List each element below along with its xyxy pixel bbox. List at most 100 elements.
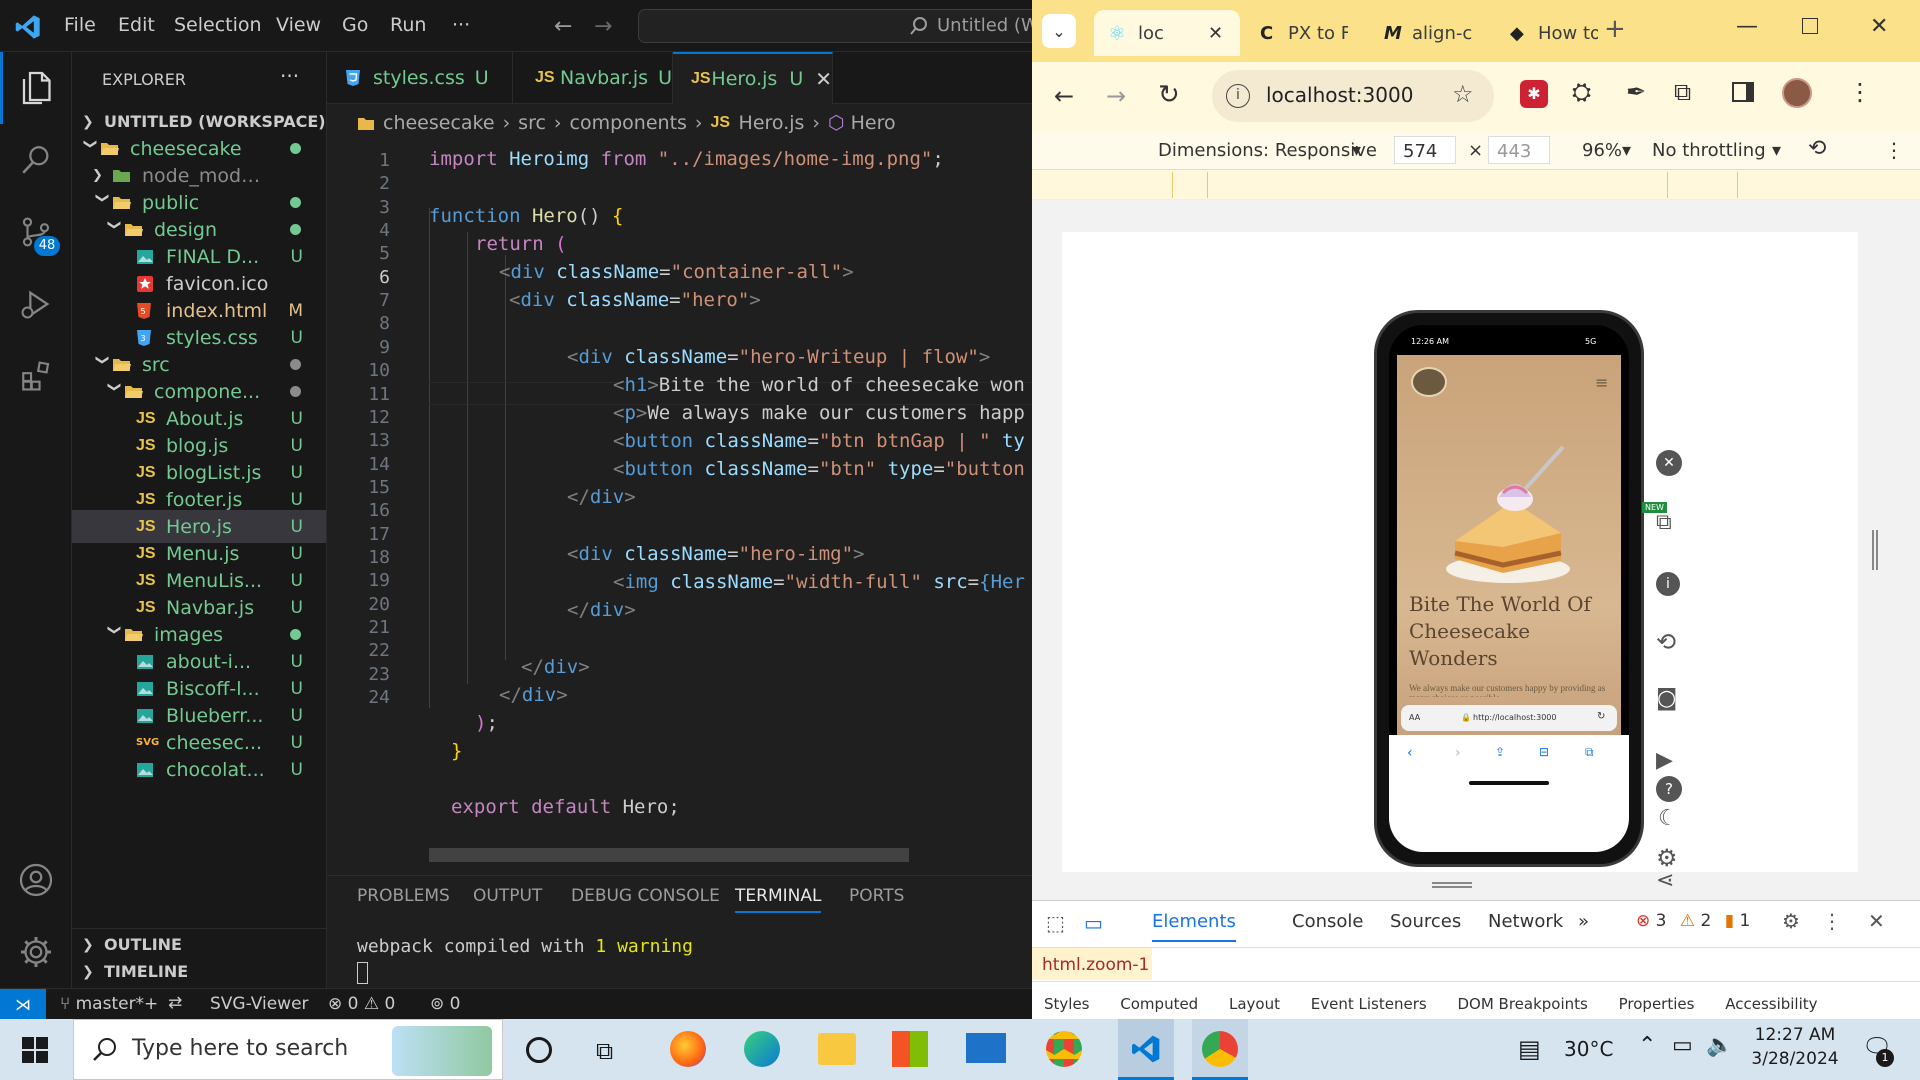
taskbar-search[interactable]: Type here to search bbox=[73, 1019, 503, 1080]
command-center[interactable]: Untitled (Workspace) bbox=[638, 9, 1032, 43]
more-options-icon[interactable]: ⋮ bbox=[1884, 138, 1904, 162]
close-tab-icon[interactable]: ✕ bbox=[1208, 23, 1223, 44]
tab-terminal[interactable]: TERMINAL bbox=[735, 886, 822, 913]
bookmark-star-icon[interactable]: ☆ bbox=[1452, 80, 1474, 108]
menu-run[interactable]: Run bbox=[390, 14, 426, 36]
branch-indicator[interactable]: ⑂ master*+ bbox=[60, 994, 158, 1014]
source-control-icon[interactable] bbox=[0, 196, 72, 268]
inspect-element-icon[interactable]: ⬚ bbox=[1046, 911, 1065, 935]
tab-console[interactable]: Console bbox=[1292, 911, 1363, 932]
manage-gear-icon[interactable] bbox=[0, 916, 72, 988]
menu-go[interactable]: Go bbox=[342, 14, 368, 36]
device-toggle-icon[interactable]: ▭ bbox=[1084, 911, 1103, 935]
subtab-styles[interactable]: Styles bbox=[1044, 995, 1090, 1013]
windows-start-icon[interactable] bbox=[22, 1037, 48, 1063]
subtab-computed[interactable]: Computed bbox=[1120, 995, 1198, 1013]
sync-icon[interactable]: ⇄ bbox=[168, 993, 182, 1013]
extension-icon[interactable]: ✱ bbox=[1520, 80, 1548, 108]
translate-extension-icon[interactable]: ⛭ bbox=[1572, 78, 1591, 106]
tab-problems[interactable]: PROBLEMS bbox=[357, 886, 450, 906]
back-icon[interactable]: ‹ bbox=[1407, 745, 1413, 761]
firefox-icon[interactable] bbox=[670, 1031, 706, 1067]
phone-screen[interactable]: 12:26 AM 5G ≡ Bite The World Of Cheeseca… bbox=[1389, 325, 1629, 852]
new-tab-plus-icon[interactable]: + bbox=[1604, 14, 1626, 44]
menu-more[interactable]: ··· bbox=[452, 14, 470, 36]
address-bar[interactable]: i localhost:3000 ☆ bbox=[1212, 70, 1494, 122]
task-view-icon[interactable]: ⧉ bbox=[596, 1037, 613, 1065]
width-input[interactable]: 574 bbox=[1394, 136, 1456, 164]
resize-handle-bottom[interactable] bbox=[1432, 882, 1472, 888]
tab-ports[interactable]: PORTS bbox=[849, 886, 904, 906]
tab-search-chevron-icon[interactable]: ⌄ bbox=[1042, 14, 1076, 48]
ports-status[interactable]: ⊚ 0 bbox=[430, 994, 460, 1014]
tab-align-c[interactable]: M align-c bbox=[1374, 10, 1484, 56]
tab-hero-js[interactable]: JS Hero.js U ✕ bbox=[673, 52, 833, 104]
tab-how-to[interactable]: ◆ How to bbox=[1500, 10, 1610, 56]
tab-styles-css[interactable]: styles.css U bbox=[327, 52, 513, 104]
tab-debug-console[interactable]: DEBUG CONSOLE bbox=[571, 886, 720, 906]
reload-icon[interactable]: ↻ bbox=[1597, 711, 1605, 722]
show-hidden-icons-icon[interactable]: ⌃ bbox=[1638, 1033, 1656, 1058]
hamburger-menu-icon[interactable]: ≡ bbox=[1595, 373, 1608, 392]
explorer-more-button[interactable]: ··· bbox=[280, 64, 299, 88]
profile-avatar[interactable] bbox=[1782, 78, 1812, 108]
subtab-event-listeners[interactable]: Event Listeners bbox=[1311, 995, 1427, 1013]
cortana-icon[interactable] bbox=[526, 1037, 552, 1063]
vscode-taskbar-button[interactable] bbox=[1118, 1019, 1174, 1080]
site-info-icon[interactable]: i bbox=[1226, 84, 1250, 108]
subtab-accessibility[interactable]: Accessibility bbox=[1725, 995, 1817, 1013]
remote-icon[interactable]: ⋊ bbox=[0, 989, 46, 1019]
share-icon[interactable]: ⇪ bbox=[1495, 745, 1505, 759]
breadcrumb-item[interactable]: Hero.js bbox=[739, 112, 805, 134]
back-icon[interactable]: ← bbox=[1054, 82, 1074, 110]
temperature[interactable]: 30°C bbox=[1564, 1037, 1613, 1061]
height-input[interactable]: 443 bbox=[1488, 136, 1550, 164]
resize-handle[interactable] bbox=[1872, 530, 1878, 570]
tab-output[interactable]: OUTPUT bbox=[473, 886, 542, 906]
tab-elements[interactable]: Elements bbox=[1152, 911, 1236, 942]
tab-px-to[interactable]: C PX to F bbox=[1250, 10, 1360, 56]
info-icon[interactable]: i bbox=[1656, 572, 1680, 596]
weather-icon[interactable]: ▤ bbox=[1518, 1035, 1541, 1063]
timeline-section[interactable]: ❯ TIMELINE bbox=[72, 955, 326, 988]
code-editor[interactable]: 1 2 3 4 5 6 7 8 9 10 11 12 13 14 15 16 17 18 19 20 21 22 23 24 … bbox=[327, 142, 1032, 862]
devtools-menu-icon[interactable]: ⋮ bbox=[1822, 909, 1842, 933]
breadcrumb-item[interactable]: cheesecake bbox=[383, 112, 495, 134]
menu-file[interactable]: File bbox=[64, 14, 96, 36]
devtools-settings-icon[interactable]: ⚙ bbox=[1782, 909, 1800, 933]
help-icon[interactable]: ? bbox=[1656, 776, 1682, 802]
close-tab-icon[interactable]: ✕ bbox=[815, 67, 832, 91]
forward-arrow-icon[interactable]: → bbox=[594, 14, 612, 39]
tree-item[interactable]: chocolat... U bbox=[72, 753, 326, 786]
devices-icon[interactable]: ⧉ bbox=[1656, 510, 1672, 535]
tabs-icon[interactable]: ⧉ bbox=[1585, 745, 1594, 760]
media-query-marker[interactable] bbox=[1172, 172, 1208, 198]
chrome-taskbar-button[interactable] bbox=[1192, 1019, 1248, 1080]
terminal-output[interactable]: webpack compiled with 1 warning bbox=[357, 936, 693, 957]
mail-icon[interactable] bbox=[966, 1033, 1006, 1063]
subtab-properties[interactable]: Properties bbox=[1619, 995, 1695, 1013]
devtools-close-icon[interactable]: ✕ bbox=[1868, 909, 1885, 933]
throttling-select[interactable]: No throttling bbox=[1652, 140, 1766, 161]
edge-icon[interactable] bbox=[744, 1031, 780, 1067]
breadcrumb-item[interactable]: src bbox=[518, 112, 546, 134]
camera-icon[interactable]: ◙ bbox=[1656, 686, 1677, 711]
safari-address-bar[interactable]: AA 🔒 http://localhost:3000 ↻ bbox=[1401, 705, 1617, 731]
rotate-icon[interactable]: ⟲ bbox=[1656, 628, 1676, 656]
problems-status[interactable]: ⊗ 0 ⚠ 0 bbox=[328, 994, 395, 1014]
zoom-select[interactable]: 96% bbox=[1582, 140, 1622, 161]
menu-edit[interactable]: Edit bbox=[118, 14, 155, 36]
settings-gear-icon[interactable]: ⚙ bbox=[1656, 844, 1678, 872]
site-logo[interactable] bbox=[1411, 367, 1447, 397]
tab-network[interactable]: Network bbox=[1488, 911, 1563, 932]
extensions-icon[interactable] bbox=[0, 340, 72, 412]
more-tabs-icon[interactable]: » bbox=[1578, 911, 1589, 932]
breadcrumb-item[interactable]: components bbox=[570, 112, 687, 134]
dimensions-select[interactable]: Dimensions: Responsive bbox=[1158, 140, 1377, 161]
media-query-marker[interactable] bbox=[1208, 172, 1668, 198]
eyedropper-icon[interactable]: ✒ bbox=[1626, 78, 1646, 106]
maximize-icon[interactable] bbox=[1802, 18, 1818, 34]
rotate-icon[interactable]: ⟲ bbox=[1808, 136, 1826, 161]
forward-icon[interactable]: › bbox=[1455, 745, 1461, 761]
subtab-layout[interactable]: Layout bbox=[1229, 995, 1280, 1013]
